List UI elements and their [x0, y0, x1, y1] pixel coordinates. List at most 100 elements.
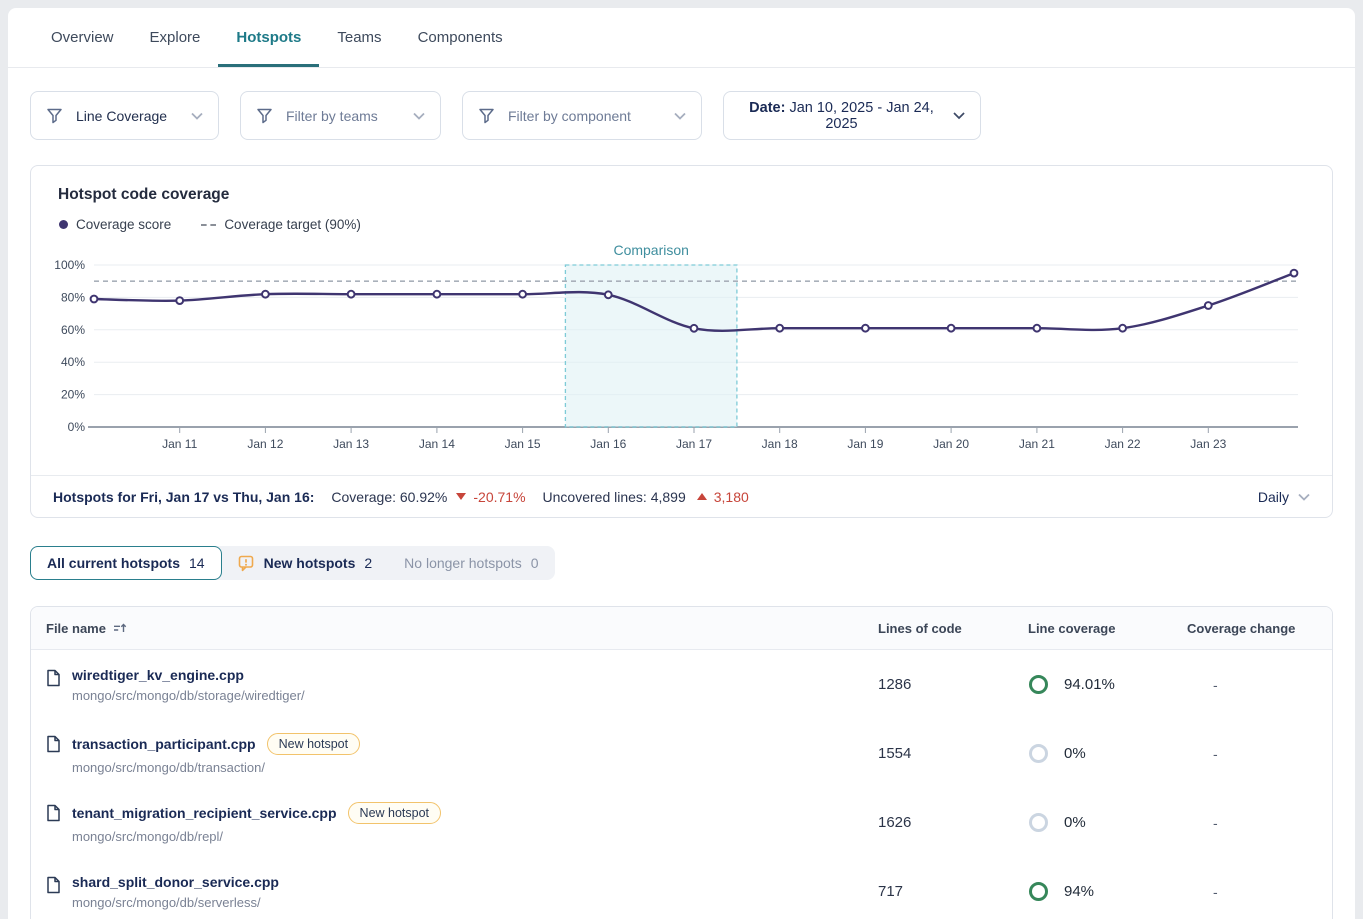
increase-arrow-icon	[697, 493, 707, 500]
file-name[interactable]: shard_split_donor_service.cpp	[72, 874, 279, 890]
chart-summary-bar: Hotspots for Fri, Jan 17 vs Thu, Jan 16:…	[31, 475, 1332, 517]
tab-no-longer-hotspots[interactable]: No longer hotspots 0	[388, 546, 554, 580]
column-lines-of-code[interactable]: Lines of code	[878, 621, 1028, 636]
component-filter-label: Filter by component	[508, 108, 631, 124]
lines-of-code-value: 717	[878, 883, 1028, 900]
svg-text:Jan 16: Jan 16	[590, 437, 626, 451]
svg-text:Jan 17: Jan 17	[676, 437, 712, 451]
legend-dash-icon	[201, 224, 216, 226]
line-coverage-cell: 0%	[1028, 812, 1187, 833]
funnel-icon	[256, 107, 273, 124]
coverage-value: 94.01%	[1064, 676, 1115, 693]
svg-text:Jan 12: Jan 12	[247, 437, 283, 451]
file-name-header-label: File name	[46, 621, 106, 636]
decrease-arrow-icon	[456, 493, 466, 500]
component-filter-dropdown[interactable]: Filter by component	[462, 91, 702, 140]
table-header: File name Lines of code Line coverage Co…	[31, 607, 1332, 650]
tab-hotspots-label: Hotspots	[236, 29, 301, 46]
svg-text:Jan 20: Jan 20	[933, 437, 969, 451]
tab-overview-label: Overview	[51, 29, 114, 46]
svg-text:Jan 13: Jan 13	[333, 437, 369, 451]
metric-filter-label: Line Coverage	[76, 108, 167, 124]
svg-text:Jan 14: Jan 14	[419, 437, 455, 451]
svg-text:Jan 23: Jan 23	[1190, 437, 1226, 451]
metric-filter-dropdown[interactable]: Line Coverage	[30, 91, 219, 140]
svg-text:Jan 21: Jan 21	[1019, 437, 1055, 451]
file-name[interactable]: tenant_migration_recipient_service.cpp	[72, 805, 337, 821]
coverage-chart[interactable]: 0%20%40%60%80%100%ComparisonJan 11Jan 12…	[51, 245, 1312, 457]
all-current-hotspots-count: 14	[189, 555, 205, 571]
table-row[interactable]: wiredtiger_kv_engine.cpp mongo/src/mongo…	[31, 650, 1332, 719]
svg-text:40%: 40%	[61, 355, 85, 369]
legend-target-label: Coverage target (90%)	[224, 217, 361, 232]
file-icon	[46, 876, 61, 894]
file-icon	[46, 669, 61, 687]
file-icon	[46, 804, 61, 822]
file-cell: transaction_participant.cpp New hotspot …	[46, 733, 878, 775]
table-row[interactable]: shard_split_donor_service.cpp mongo/src/…	[31, 857, 1332, 919]
chart-legend: Coverage score Coverage target (90%)	[59, 217, 1332, 232]
legend-dot-icon	[59, 220, 68, 229]
svg-text:20%: 20%	[61, 388, 85, 402]
chart-title: Hotspot code coverage	[58, 186, 1332, 204]
tab-explore-label: Explore	[150, 29, 201, 46]
all-current-hotspots-label: All current hotspots	[47, 555, 180, 571]
file-name[interactable]: wiredtiger_kv_engine.cpp	[72, 667, 244, 683]
file-icon	[46, 735, 61, 753]
svg-text:100%: 100%	[54, 258, 85, 272]
no-longer-hotspots-label: No longer hotspots	[404, 555, 522, 571]
coverage-ring-icon	[1028, 743, 1049, 764]
file-cell: wiredtiger_kv_engine.cpp mongo/src/mongo…	[46, 667, 878, 703]
table-row[interactable]: tenant_migration_recipient_service.cpp N…	[31, 788, 1332, 857]
coverage-ring-icon	[1028, 812, 1049, 833]
column-file-name[interactable]: File name	[46, 621, 878, 636]
tab-components[interactable]: Components	[400, 8, 521, 67]
funnel-icon	[46, 107, 63, 124]
summary-uncovered-delta: 3,180	[714, 489, 749, 505]
svg-text:Jan 15: Jan 15	[505, 437, 541, 451]
lines-of-code-value: 1554	[878, 745, 1028, 762]
tab-overview[interactable]: Overview	[33, 8, 132, 67]
file-name[interactable]: transaction_participant.cpp	[72, 736, 256, 752]
file-path: mongo/src/mongo/db/storage/wiredtiger/	[72, 688, 305, 703]
granularity-dropdown[interactable]: Daily	[1258, 489, 1310, 505]
new-hotspot-badge: New hotspot	[348, 802, 441, 824]
file-path: mongo/src/mongo/db/transaction/	[72, 760, 360, 775]
top-nav: Overview Explore Hotspots Teams Componen…	[8, 8, 1355, 68]
line-coverage-cell: 0%	[1028, 743, 1187, 764]
column-coverage-change[interactable]: Coverage change	[1187, 621, 1332, 636]
sort-ascending-icon	[113, 622, 127, 634]
main-panel: Overview Explore Hotspots Teams Componen…	[8, 8, 1355, 919]
teams-filter-dropdown[interactable]: Filter by teams	[240, 91, 441, 140]
coverage-value: 0%	[1064, 814, 1086, 831]
tab-all-current-hotspots[interactable]: All current hotspots 14	[30, 546, 222, 580]
chart-card: Hotspot code coverage Coverage score Cov…	[30, 165, 1333, 518]
tab-teams[interactable]: Teams	[319, 8, 399, 67]
chevron-down-icon	[674, 112, 686, 120]
tab-hotspots[interactable]: Hotspots	[218, 8, 319, 67]
coverage-change-value: -	[1187, 677, 1332, 693]
lines-of-code-value: 1286	[878, 676, 1028, 693]
date-range-dropdown[interactable]: Date: Jan 10, 2025 - Jan 24, 2025	[723, 91, 981, 140]
granularity-value: Daily	[1258, 489, 1289, 505]
summary-coverage: Coverage: 60.92%	[331, 489, 447, 505]
tab-explore[interactable]: Explore	[132, 8, 219, 67]
date-label: Date:	[749, 100, 785, 116]
funnel-icon	[478, 107, 495, 124]
coverage-value: 94%	[1064, 883, 1094, 900]
svg-text:0%: 0%	[68, 420, 86, 434]
table-row[interactable]: transaction_participant.cpp New hotspot …	[31, 719, 1332, 788]
column-line-coverage[interactable]: Line coverage	[1028, 621, 1187, 636]
tab-components-label: Components	[418, 29, 503, 46]
file-cell: shard_split_donor_service.cpp mongo/src/…	[46, 874, 878, 910]
filter-bar: Line Coverage Filter by teams Filter by …	[30, 91, 1333, 140]
hotspot-tabs: All current hotspots 14 New hotspots 2 N…	[30, 546, 555, 580]
date-range-text: Date: Jan 10, 2025 - Jan 24, 2025	[739, 100, 944, 132]
tab-teams-label: Teams	[337, 29, 381, 46]
file-cell: tenant_migration_recipient_service.cpp N…	[46, 802, 878, 844]
lines-of-code-value: 1626	[878, 814, 1028, 831]
tab-new-hotspots[interactable]: New hotspots 2	[222, 546, 389, 580]
svg-text:Jan 18: Jan 18	[762, 437, 798, 451]
coverage-ring-icon	[1028, 674, 1049, 695]
coverage-ring-icon	[1028, 881, 1049, 902]
